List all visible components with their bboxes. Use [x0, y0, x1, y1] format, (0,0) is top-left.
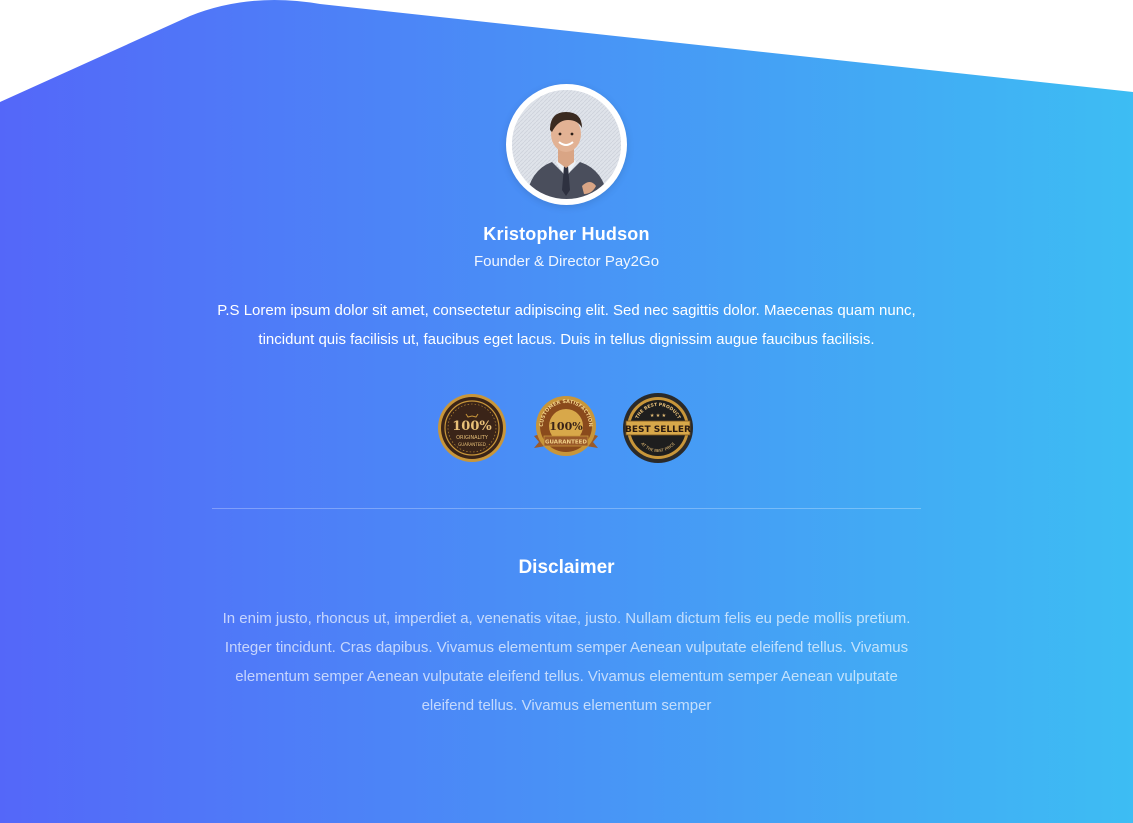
badge-3-line2: BEST SELLER: [625, 425, 691, 435]
badge-1-line2: ORIGINALITY: [456, 435, 489, 441]
disclaimer-title: Disclaimer: [518, 557, 615, 578]
testimonial-text: P.S Lorem ipsum dolor sit amet, consecte…: [217, 302, 916, 348]
avatar: [506, 84, 627, 205]
person-role: Founder & Director Pay2Go: [473, 253, 660, 270]
section-divider: [212, 508, 921, 509]
satisfaction-guaranteed-seal-icon: 100% CUSTOMER SATISFACTION GUARANTEED: [534, 396, 598, 456]
person-name: Kristopher Hudson: [483, 224, 650, 244]
best-seller-seal-icon: THE BEST PRODUCT BEST SELLER AT THE BEST…: [623, 393, 693, 463]
svg-text:★ ★ ★: ★ ★ ★: [650, 413, 667, 419]
disclaimer-text: In enim justo, rhoncus ut, imperdiet a, …: [222, 610, 911, 714]
trust-badges: 100% ORIGINALITY GUARANTEED 100% CUSTOME…: [436, 392, 700, 464]
badge-2-line3: GUARANTEED: [545, 440, 587, 446]
avatar-photo: [512, 90, 621, 199]
originality-seal-icon: 100% ORIGINALITY GUARANTEED: [438, 394, 506, 462]
badge-1-line3: GUARANTEED: [458, 442, 486, 447]
badge-2-line2: 100%: [549, 420, 583, 433]
person-portrait-icon: [512, 90, 621, 199]
badge-1-line1: 100%: [452, 419, 492, 434]
testimonial-section: Kristopher Hudson Founder & Director Pay…: [0, 0, 1133, 823]
